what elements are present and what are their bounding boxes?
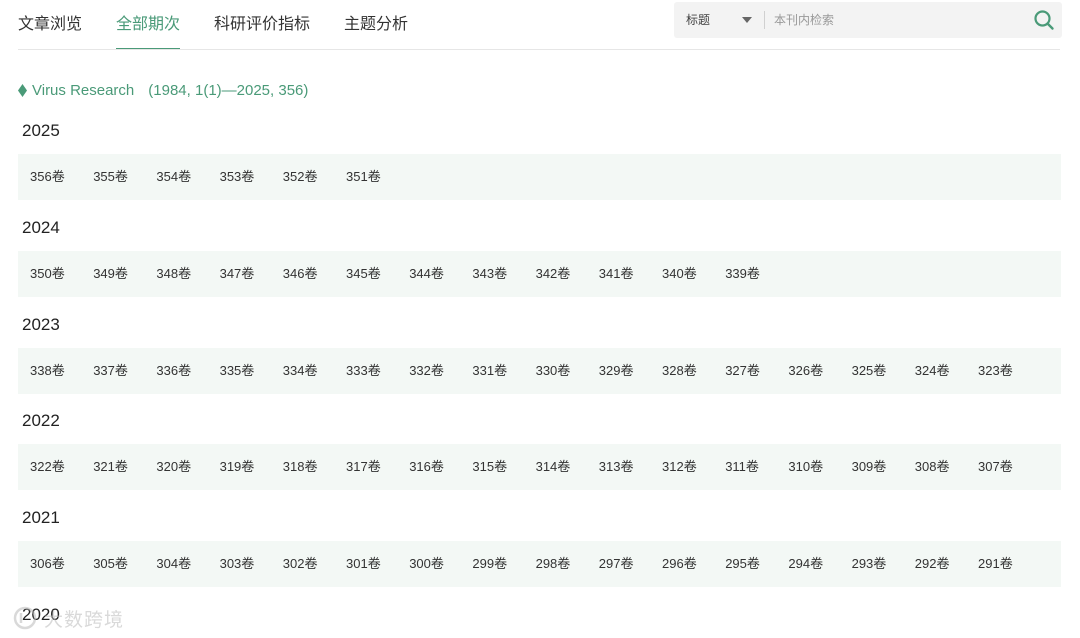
- volume-link[interactable]: 356卷: [30, 154, 65, 200]
- volume-link[interactable]: 322卷: [30, 444, 65, 490]
- volume-link[interactable]: 341卷: [599, 251, 634, 297]
- tab-divider: [18, 49, 1060, 50]
- tab-bar: 文章浏览 全部期次 科研评价指标 主题分析: [18, 0, 442, 50]
- volume-link[interactable]: 348卷: [156, 251, 191, 297]
- volume-link[interactable]: 351卷: [346, 154, 381, 200]
- volume-link[interactable]: 304卷: [156, 541, 191, 587]
- volume-link[interactable]: 310卷: [788, 444, 823, 490]
- volume-link[interactable]: 320卷: [156, 444, 191, 490]
- journal-title[interactable]: Virus Research (1984, 1(1)—2025, 356): [18, 80, 308, 100]
- volume-row: 306卷 305卷 304卷 303卷 302卷 301卷 300卷 299卷 298卷 297卷…: [18, 541, 1061, 588]
- volume-link[interactable]: 321卷: [93, 444, 128, 490]
- watermark-text: 大数跨境: [44, 609, 125, 631]
- tab-article-browse[interactable]: 文章浏览: [18, 0, 82, 50]
- year-heading: 2024: [22, 217, 60, 237]
- volume-link[interactable]: 333卷: [346, 348, 381, 394]
- volume-link[interactable]: 302卷: [283, 541, 318, 587]
- volume-link[interactable]: 318卷: [283, 444, 318, 490]
- volume-link[interactable]: 352卷: [283, 154, 318, 200]
- volume-link[interactable]: 331卷: [472, 348, 507, 394]
- volume-link[interactable]: 315卷: [472, 444, 507, 490]
- volume-link[interactable]: 345卷: [346, 251, 381, 297]
- year-heading: 2021: [22, 508, 60, 528]
- volume-row: 322卷 321卷 320卷 319卷 318卷 317卷 316卷 315卷 314卷 313卷…: [18, 444, 1061, 491]
- journal-name: Virus Research: [32, 81, 135, 99]
- volume-link[interactable]: 311卷: [725, 444, 759, 490]
- tab-research-metrics[interactable]: 科研评价指标: [214, 0, 310, 50]
- volume-link[interactable]: 355卷: [93, 154, 128, 200]
- volume-link[interactable]: 330卷: [536, 348, 571, 394]
- volume-link[interactable]: 350卷: [30, 251, 65, 297]
- diamond-icon: [18, 83, 27, 97]
- volume-link[interactable]: 335卷: [220, 348, 255, 394]
- year-heading: 2022: [22, 411, 60, 431]
- search-bar: 标题: [674, 2, 1062, 38]
- volume-link[interactable]: 297卷: [599, 541, 634, 587]
- volume-link[interactable]: 296卷: [662, 541, 697, 587]
- volume-link[interactable]: 346卷: [283, 251, 318, 297]
- year-heading: 2023: [22, 314, 60, 334]
- volume-link[interactable]: 314卷: [536, 444, 571, 490]
- volume-link[interactable]: 326卷: [788, 348, 823, 394]
- volume-link[interactable]: 327卷: [725, 348, 760, 394]
- volume-link[interactable]: 305卷: [93, 541, 128, 587]
- volume-link[interactable]: 300卷: [409, 541, 444, 587]
- volume-link[interactable]: 303卷: [220, 541, 255, 587]
- volume-link[interactable]: 306卷: [30, 541, 65, 587]
- volume-link[interactable]: 344卷: [409, 251, 444, 297]
- search-icon[interactable]: [1032, 8, 1056, 32]
- volume-link[interactable]: 339卷: [725, 251, 760, 297]
- volume-link[interactable]: 323卷: [978, 348, 1013, 394]
- volume-link[interactable]: 343卷: [472, 251, 507, 297]
- volume-link[interactable]: 332卷: [409, 348, 444, 394]
- volume-link[interactable]: 309卷: [852, 444, 887, 490]
- volume-row: 356卷 355卷 354卷 353卷 352卷 351卷: [18, 154, 1061, 200]
- volume-link[interactable]: 329卷: [599, 348, 634, 394]
- watermark: 大数跨境: [12, 604, 124, 632]
- caret-down-icon: [742, 17, 752, 23]
- volume-link[interactable]: 313卷: [599, 444, 634, 490]
- volume-link[interactable]: 319卷: [220, 444, 255, 490]
- volume-link[interactable]: 354卷: [156, 154, 191, 200]
- volume-link[interactable]: 347卷: [220, 251, 255, 297]
- volume-link[interactable]: 337卷: [93, 348, 128, 394]
- volume-link[interactable]: 349卷: [93, 251, 128, 297]
- search-separator: [764, 11, 765, 29]
- search-type-label: 标题: [686, 13, 711, 27]
- volume-link[interactable]: 338卷: [30, 348, 65, 394]
- volume-link[interactable]: 353卷: [220, 154, 255, 200]
- top-bar: 文章浏览 全部期次 科研评价指标 主题分析 标题: [0, 0, 1080, 50]
- volume-row: 338卷 337卷 336卷 335卷 334卷 333卷 332卷 331卷 330卷 329卷…: [18, 347, 1061, 394]
- search-input[interactable]: [774, 8, 1014, 32]
- volume-link[interactable]: 334卷: [283, 348, 318, 394]
- volume-link[interactable]: 301卷: [346, 541, 381, 587]
- tab-all-issues[interactable]: 全部期次: [116, 0, 181, 50]
- volume-link[interactable]: 336卷: [156, 348, 191, 394]
- volume-link[interactable]: 294卷: [788, 541, 823, 587]
- volume-link[interactable]: 317卷: [346, 444, 381, 490]
- volume-link[interactable]: 308卷: [915, 444, 950, 490]
- volume-link[interactable]: 293卷: [852, 541, 887, 587]
- volume-link[interactable]: 340卷: [662, 251, 697, 297]
- volume-link[interactable]: 307卷: [978, 444, 1013, 490]
- volume-link[interactable]: 295卷: [725, 541, 760, 587]
- journal-range: (1984, 1(1)—2025, 356): [148, 81, 309, 99]
- search-type-select[interactable]: 标题: [674, 2, 764, 38]
- volume-link[interactable]: 325卷: [852, 348, 887, 394]
- volume-link[interactable]: 316卷: [409, 444, 444, 490]
- volume-link[interactable]: 328卷: [662, 348, 697, 394]
- watermark-logo-icon: [13, 606, 37, 630]
- volume-row: 350卷 349卷 348卷 347卷 346卷 345卷 344卷 343卷 342卷 341卷…: [18, 250, 1061, 297]
- volume-link[interactable]: 342卷: [536, 251, 571, 297]
- volume-link[interactable]: 312卷: [662, 444, 697, 490]
- volume-link[interactable]: 299卷: [472, 541, 507, 587]
- volume-link[interactable]: 324卷: [915, 348, 950, 394]
- volume-link[interactable]: 292卷: [915, 541, 950, 587]
- volume-link[interactable]: 298卷: [536, 541, 571, 587]
- tab-topic-analysis[interactable]: 主题分析: [344, 0, 408, 50]
- year-heading: 2025: [22, 121, 60, 140]
- volume-link[interactable]: 291卷: [978, 541, 1013, 587]
